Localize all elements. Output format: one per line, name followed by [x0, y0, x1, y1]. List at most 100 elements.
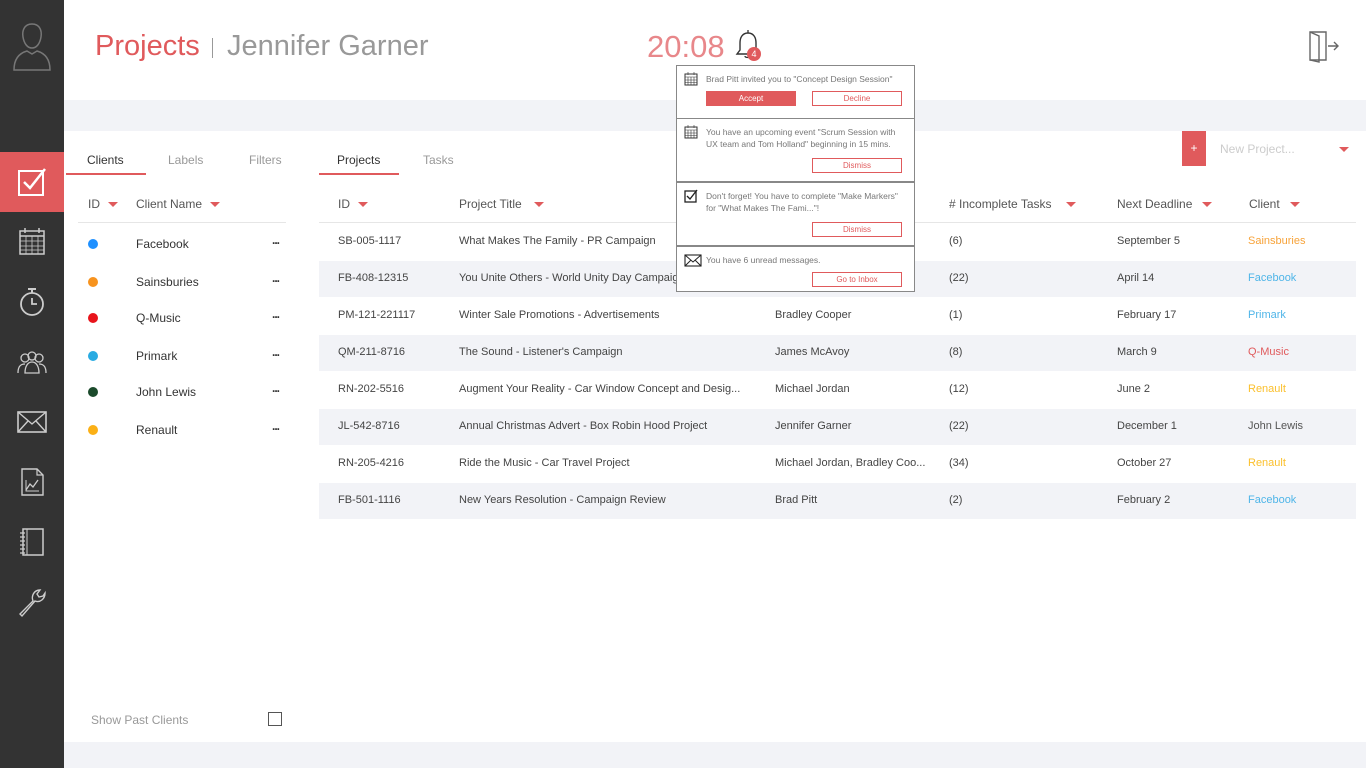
tab-clients-underline	[66, 173, 146, 175]
client-name: Renault	[136, 423, 178, 437]
sidebar-item-timer[interactable]	[0, 272, 64, 332]
mail-icon	[17, 411, 47, 433]
more-options-icon[interactable]: ...	[272, 419, 280, 433]
client-name: Q-Music	[136, 311, 181, 325]
project-client[interactable]: Q-Music	[1248, 346, 1289, 358]
client-color-dot	[88, 277, 98, 287]
client-item-john-lewis[interactable]: John Lewis ...	[78, 373, 288, 409]
sidebar	[0, 0, 64, 768]
project-owner: Brad Pitt	[775, 494, 818, 506]
show-past-clients-label: Show Past Clients	[91, 713, 189, 727]
clients-id-header[interactable]: ID	[88, 197, 118, 211]
project-client[interactable]: Primark	[1248, 309, 1286, 321]
sidebar-item-projects[interactable]	[0, 152, 64, 212]
notification-event: You have an upcoming event "Scrum Sessio…	[676, 118, 915, 182]
client-name: Primark	[136, 349, 178, 363]
clients-name-header-label: Client Name	[136, 197, 203, 211]
client-color-dot	[88, 313, 98, 323]
sidebar-item-mail[interactable]	[0, 392, 64, 452]
add-project-button[interactable]: +	[1182, 131, 1206, 166]
sidebar-item-notebook[interactable]	[0, 512, 64, 572]
projects-id-header[interactable]: ID	[338, 197, 368, 211]
user-avatar-icon[interactable]	[12, 20, 52, 74]
sidebar-item-team[interactable]	[0, 332, 64, 392]
show-past-clients-checkbox[interactable]	[268, 712, 282, 726]
project-owner: Jennifer Garner	[775, 420, 852, 432]
sidebar-item-reports[interactable]	[0, 452, 64, 512]
logout-icon[interactable]	[1308, 29, 1340, 63]
tasks-checkbox-icon	[18, 168, 46, 196]
project-client[interactable]: Facebook	[1248, 272, 1296, 284]
project-owner: Michael Jordan	[775, 383, 850, 395]
client-item-sainsburies[interactable]: Sainsburies ...	[78, 263, 288, 299]
sort-caret-icon	[1202, 201, 1213, 207]
tab-filters[interactable]: Filters	[249, 153, 282, 167]
project-client[interactable]: Renault	[1248, 383, 1286, 395]
go-to-inbox-button[interactable]: Go to Inbox	[812, 272, 902, 287]
new-project-input[interactable]: New Project...	[1220, 142, 1295, 156]
project-deadline: June 2	[1117, 383, 1151, 395]
decline-button[interactable]: Decline	[812, 91, 902, 106]
notebook-icon	[20, 528, 44, 556]
tab-projects[interactable]: Projects	[337, 153, 380, 167]
project-deadline: March 9	[1117, 346, 1157, 358]
more-options-icon[interactable]: ...	[272, 307, 280, 321]
clients-id-header-label: ID	[88, 197, 100, 211]
client-item-primark[interactable]: Primark ...	[78, 337, 288, 373]
client-color-dot	[88, 239, 98, 249]
sort-caret-icon	[533, 201, 544, 207]
more-options-icon[interactable]: ...	[272, 345, 280, 359]
report-icon	[21, 468, 44, 496]
dismiss-button[interactable]: Dismiss	[812, 158, 902, 173]
accept-button[interactable]: Accept	[706, 91, 796, 106]
calendar-icon	[19, 228, 45, 255]
project-incomplete: (1)	[949, 309, 963, 321]
project-client[interactable]: Facebook	[1248, 494, 1296, 506]
projects-title-header-label: Project Title	[459, 197, 522, 211]
projects-incomplete-header[interactable]: # Incomplete Tasks	[949, 197, 1076, 211]
client-name: Facebook	[136, 237, 189, 251]
sidebar-item-settings[interactable]	[0, 572, 64, 632]
projects-client-header[interactable]: Client	[1249, 197, 1300, 211]
project-client[interactable]: John Lewis	[1248, 420, 1303, 432]
notification-badge: 4	[747, 47, 761, 61]
project-deadline: December 1	[1117, 420, 1177, 432]
client-item-facebook[interactable]: Facebook ...	[78, 225, 288, 261]
more-options-icon[interactable]: ...	[272, 271, 280, 285]
projects-deadline-header[interactable]: Next Deadline	[1117, 197, 1213, 211]
project-title: Augment Your Reality - Car Window Concep…	[459, 383, 741, 395]
more-options-icon[interactable]: ...	[272, 233, 280, 247]
clients-name-header[interactable]: Client Name	[136, 197, 221, 211]
table-row[interactable]: RN-205-4216 Ride the Music - Car Travel …	[319, 446, 1356, 482]
tab-labels[interactable]: Labels	[168, 153, 203, 167]
footer-band	[64, 742, 1366, 768]
notification-messages: You have 6 unread messages. Go to Inbox	[676, 246, 915, 292]
sort-caret-icon	[210, 201, 221, 207]
client-item-q-music[interactable]: Q-Music ...	[78, 299, 288, 335]
notification-text: Brad Pitt invited you to "Concept Design…	[706, 74, 893, 84]
project-owner: James McAvoy	[775, 346, 850, 358]
client-item-renault[interactable]: Renault ...	[78, 411, 288, 447]
table-row[interactable]: QM-211-8716 The Sound - Listener's Campa…	[319, 335, 1356, 371]
table-row[interactable]: RN-202-5516 Augment Your Reality - Car W…	[319, 372, 1356, 408]
table-row[interactable]: PM-121-221117 Winter Sale Promotions - A…	[319, 298, 1356, 334]
table-row[interactable]: JL-542-8716 Annual Christmas Advert - Bo…	[319, 409, 1356, 445]
projects-title-header[interactable]: Project Title	[459, 197, 544, 211]
calendar-icon	[684, 72, 698, 86]
project-id: JL-542-8716	[338, 420, 400, 432]
checkbox-icon	[684, 189, 698, 203]
project-incomplete: (34)	[949, 457, 969, 469]
tab-tasks[interactable]: Tasks	[423, 153, 454, 167]
project-client[interactable]: Renault	[1248, 457, 1286, 469]
notification-invite: Brad Pitt invited you to "Concept Design…	[676, 65, 915, 119]
more-options-icon[interactable]: ...	[272, 381, 280, 395]
chevron-down-icon[interactable]	[1339, 147, 1349, 152]
tab-clients[interactable]: Clients	[87, 153, 124, 167]
project-client[interactable]: Sainsburies	[1248, 235, 1305, 247]
sidebar-item-calendar[interactable]	[0, 212, 64, 272]
dismiss-button[interactable]: Dismiss	[812, 222, 902, 237]
notification-text: You have an upcoming event "Scrum Sessio…	[706, 127, 896, 149]
projects-id-header-label: ID	[338, 197, 350, 211]
table-row[interactable]: FB-501-1116 New Years Resolution - Campa…	[319, 483, 1356, 519]
projects-incomplete-header-label: # Incomplete Tasks	[949, 197, 1052, 211]
